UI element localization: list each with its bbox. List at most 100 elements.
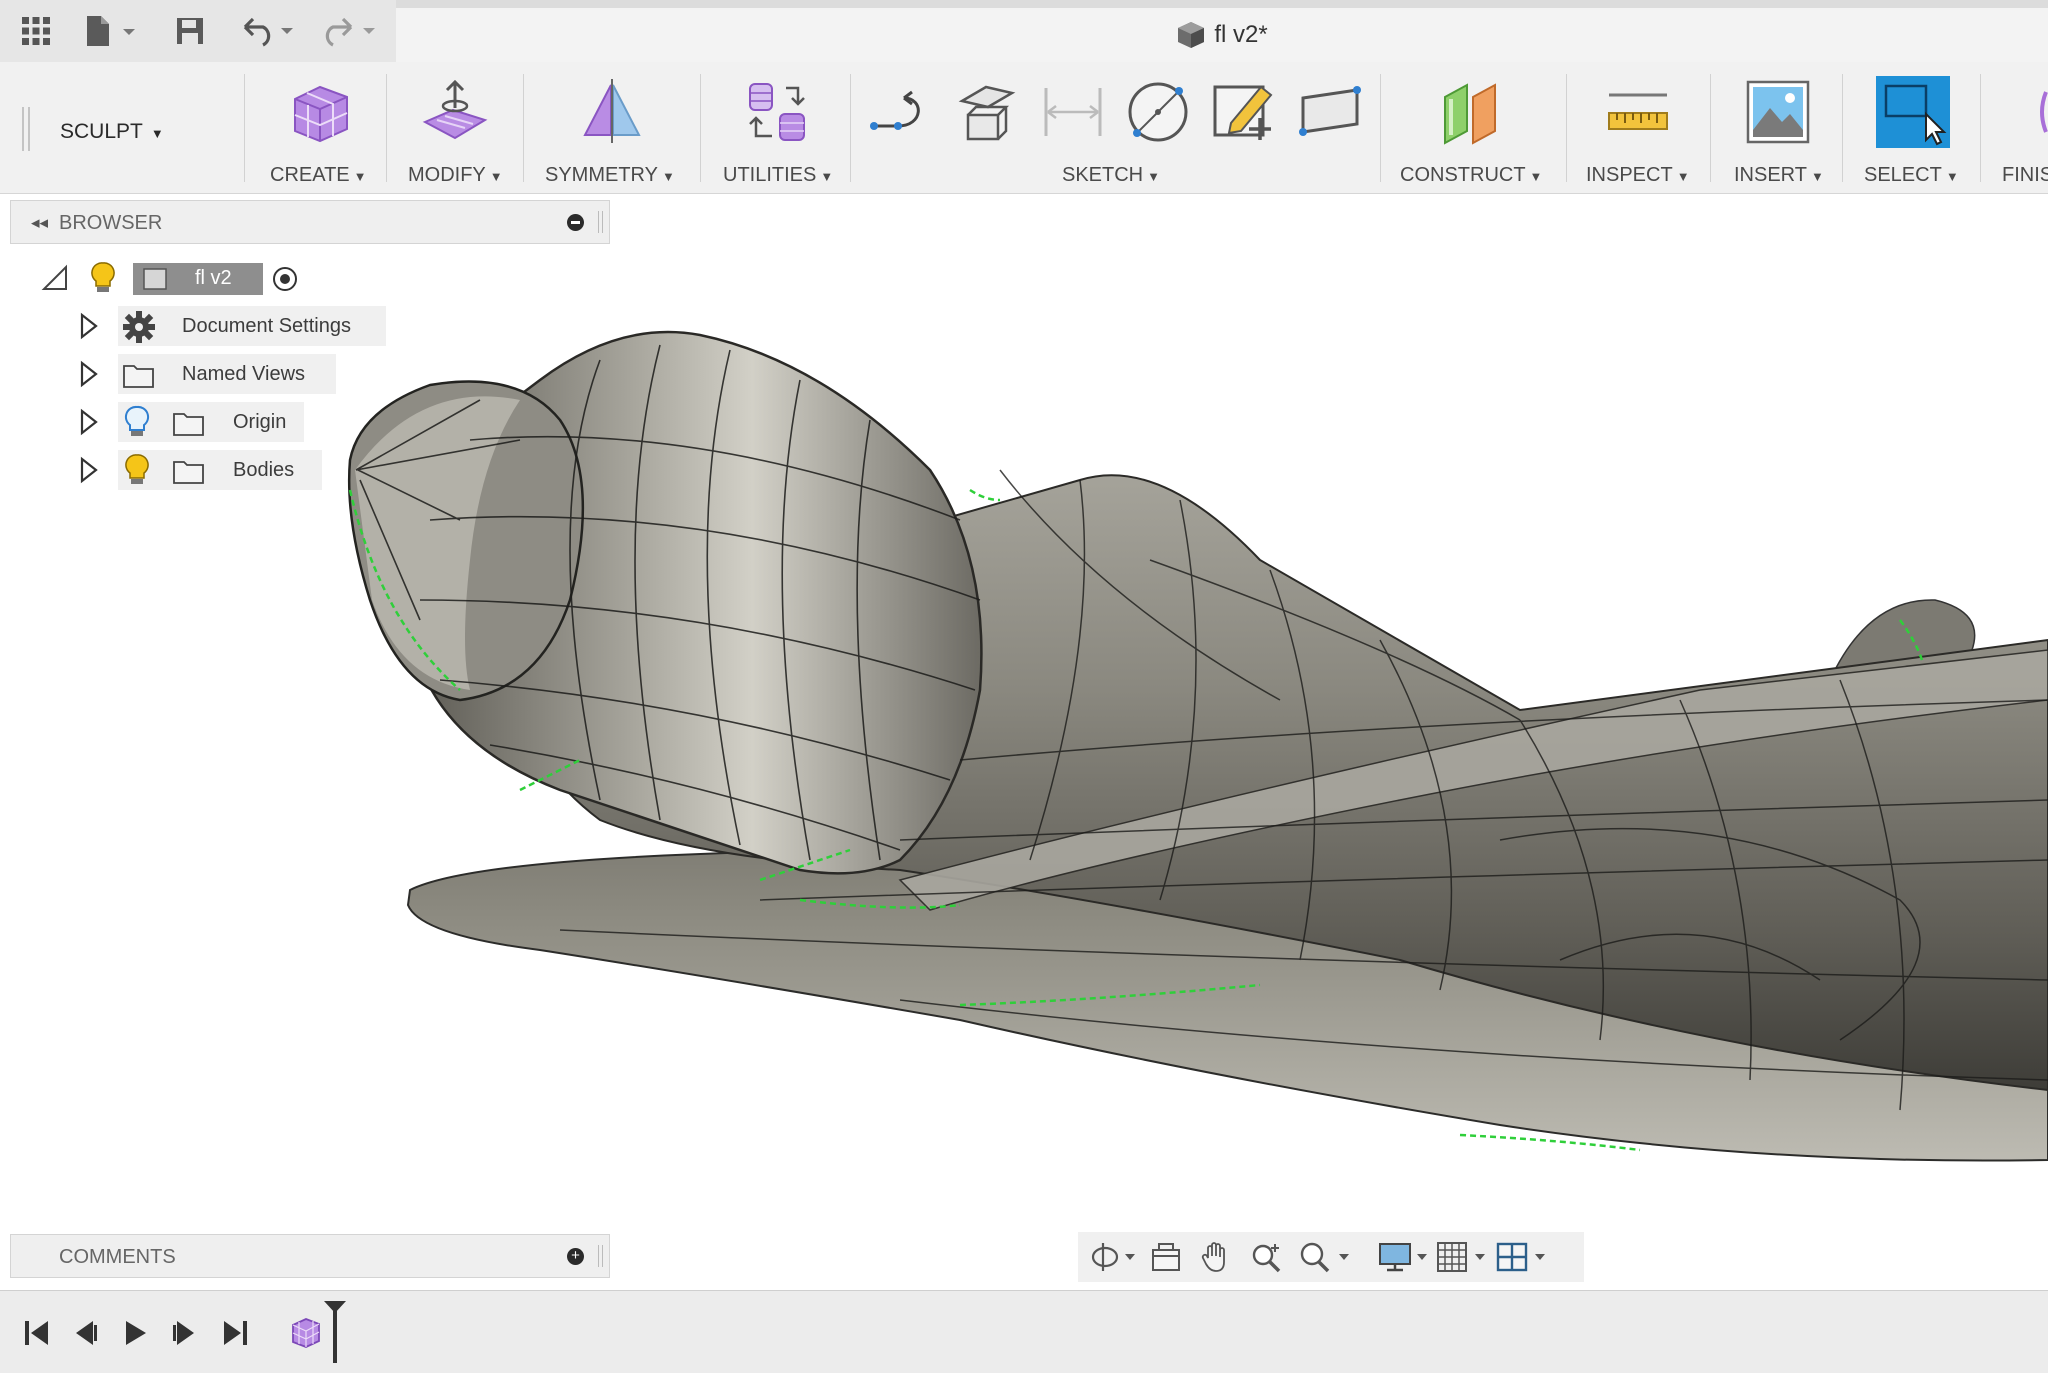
modify-form-icon[interactable] bbox=[415, 76, 495, 148]
title-bar: fl v2* bbox=[0, 0, 2048, 62]
circle-icon[interactable] bbox=[1122, 76, 1194, 148]
panel-resize-handle[interactable] bbox=[598, 211, 603, 233]
workspace-switcher[interactable]: SCULPT ▼ bbox=[60, 120, 164, 144]
modify-menu[interactable]: MODIFY ▼ bbox=[408, 164, 503, 187]
finish-form-icon[interactable] bbox=[2036, 76, 2048, 148]
lightbulb-on-icon[interactable] bbox=[86, 260, 120, 301]
toolbar-grip[interactable] bbox=[22, 107, 30, 151]
component-icon bbox=[143, 268, 167, 290]
create-form-icon[interactable] bbox=[280, 76, 360, 148]
toolbar-divider bbox=[850, 74, 851, 182]
root-component-chip[interactable]: fl v2 bbox=[133, 263, 263, 295]
browser-root-node[interactable] bbox=[40, 258, 70, 298]
inspect-menu[interactable]: INSPECT ▼ bbox=[1586, 164, 1690, 187]
document-tab[interactable]: fl v2* bbox=[396, 8, 2048, 62]
lightbulb-on-icon[interactable] bbox=[122, 452, 152, 493]
folder-icon bbox=[172, 456, 206, 491]
sketch-menu[interactable]: SKETCH ▼ bbox=[1062, 164, 1160, 187]
ribbon-toolbar: SCULPT ▼ CREATE ▼ MODIFY ▼ SYMMETRY ▼ UT… bbox=[0, 62, 2048, 194]
rectangle-icon[interactable] bbox=[1294, 76, 1366, 148]
form-feature-icon[interactable] bbox=[288, 1315, 324, 1351]
utilities-icon[interactable] bbox=[738, 76, 818, 148]
sketch-line-icon[interactable] bbox=[866, 76, 936, 148]
app-grid-icon[interactable] bbox=[16, 12, 56, 50]
expand-triangle-icon[interactable] bbox=[78, 455, 100, 490]
symmetry-menu[interactable]: SYMMETRY ▼ bbox=[545, 164, 675, 187]
insert-image-icon[interactable] bbox=[1738, 76, 1818, 148]
tree-item-bodies[interactable]: Bodies bbox=[233, 450, 294, 490]
browser-header[interactable]: ◂◂ BROWSER bbox=[10, 200, 610, 244]
dimension-icon[interactable] bbox=[1038, 76, 1108, 148]
pan-icon[interactable] bbox=[1196, 1240, 1236, 1274]
activate-radio-icon[interactable] bbox=[270, 264, 300, 299]
folder-icon bbox=[172, 408, 206, 443]
select-icon[interactable] bbox=[1872, 76, 1954, 148]
add-comment-icon[interactable]: + bbox=[567, 1248, 584, 1265]
chevron-down-icon: ▼ bbox=[150, 126, 164, 141]
panel-resize-handle[interactable] bbox=[598, 1245, 603, 1267]
comments-title: COMMENTS bbox=[59, 1246, 176, 1268]
construct-menu[interactable]: CONSTRUCT ▼ bbox=[1400, 164, 1542, 187]
toolbar-divider bbox=[700, 74, 701, 182]
project-icon[interactable] bbox=[950, 76, 1020, 148]
create-sketch-icon[interactable] bbox=[1208, 76, 1280, 148]
symmetry-label: SYMMETRY bbox=[545, 164, 658, 186]
tree-item-label: Named Views bbox=[182, 362, 306, 385]
redo-icon[interactable] bbox=[318, 12, 384, 50]
workspace-label: SCULPT bbox=[60, 120, 143, 143]
tree-item-label: Bodies bbox=[233, 458, 295, 481]
viewports-icon[interactable] bbox=[1494, 1240, 1552, 1274]
finish-menu[interactable]: FINIS bbox=[2002, 164, 2048, 187]
tree-item-document-settings[interactable]: Document Settings bbox=[182, 306, 351, 346]
timeline-marker[interactable] bbox=[322, 1299, 348, 1368]
undo-icon[interactable] bbox=[236, 12, 302, 50]
insert-menu[interactable]: INSERT ▼ bbox=[1734, 164, 1824, 187]
toolbar-divider bbox=[1980, 74, 1981, 182]
quick-access-toolbar bbox=[0, 0, 396, 62]
measure-icon[interactable] bbox=[1598, 76, 1678, 148]
play-icon[interactable] bbox=[118, 1315, 152, 1351]
tree-item-label: Origin bbox=[233, 410, 287, 433]
toolbar-divider bbox=[244, 74, 245, 182]
previous-icon[interactable] bbox=[68, 1315, 102, 1351]
last-icon[interactable] bbox=[218, 1315, 252, 1351]
collapse-panel-icon[interactable]: ◂◂ bbox=[31, 213, 48, 233]
save-icon[interactable] bbox=[170, 12, 210, 50]
root-label: fl v2 bbox=[195, 267, 232, 289]
expand-triangle-icon[interactable] bbox=[40, 263, 70, 293]
expand-triangle-icon[interactable] bbox=[78, 311, 100, 346]
navigation-toolbar bbox=[1078, 1232, 1584, 1282]
toolbar-divider bbox=[1842, 74, 1843, 182]
tree-item-origin[interactable]: Origin bbox=[233, 402, 286, 442]
orbit-icon[interactable] bbox=[1088, 1240, 1142, 1274]
tree-item-named-views[interactable]: Named Views bbox=[182, 354, 305, 394]
utilities-label: UTILITIES bbox=[723, 164, 817, 186]
fusion-window: fl v2* SCULPT ▼ CREATE ▼ MODIFY ▼ SYMMET… bbox=[0, 0, 2048, 1373]
look-at-icon[interactable] bbox=[1146, 1240, 1186, 1274]
create-menu[interactable]: CREATE ▼ bbox=[270, 164, 367, 187]
construct-label: CONSTRUCT bbox=[1400, 164, 1526, 186]
canvas-viewport[interactable] bbox=[0, 196, 2048, 1230]
utilities-menu[interactable]: UTILITIES ▼ bbox=[723, 164, 833, 187]
select-menu[interactable]: SELECT ▼ bbox=[1864, 164, 1959, 187]
grid-icon[interactable] bbox=[1434, 1240, 1492, 1274]
construct-plane-icon[interactable] bbox=[1430, 76, 1510, 148]
airplane-model[interactable] bbox=[0, 196, 2048, 1230]
toolbar-divider bbox=[523, 74, 524, 182]
display-settings-icon[interactable] bbox=[1376, 1240, 1434, 1274]
next-icon[interactable] bbox=[168, 1315, 202, 1351]
comments-header[interactable]: COMMENTS + bbox=[10, 1234, 610, 1278]
zoom-icon[interactable] bbox=[1246, 1240, 1286, 1274]
lightbulb-off-icon[interactable] bbox=[122, 404, 152, 445]
first-icon[interactable] bbox=[20, 1315, 54, 1351]
file-icon[interactable] bbox=[80, 12, 142, 50]
pin-panel-icon[interactable] bbox=[567, 214, 584, 231]
zoom-window-icon[interactable] bbox=[1296, 1240, 1354, 1274]
symmetry-icon[interactable] bbox=[572, 76, 652, 148]
document-cube-icon bbox=[1178, 22, 1205, 48]
expand-triangle-icon[interactable] bbox=[78, 407, 100, 442]
expand-triangle-icon[interactable] bbox=[78, 359, 100, 394]
toolbar-divider bbox=[1380, 74, 1381, 182]
create-label: CREATE bbox=[270, 164, 350, 186]
inspect-label: INSPECT bbox=[1586, 164, 1673, 186]
